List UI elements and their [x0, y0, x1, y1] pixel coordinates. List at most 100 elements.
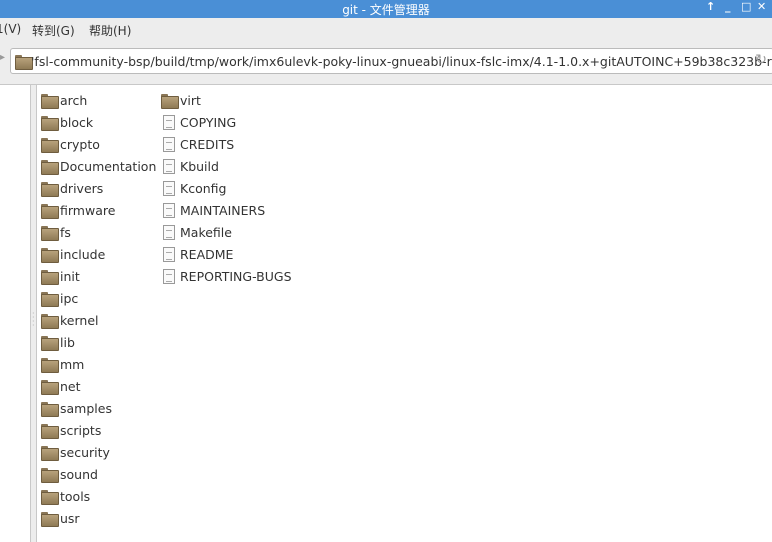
- address-path[interactable]: 'fsl-community-bsp/build/tmp/work/imx6ul…: [31, 54, 772, 69]
- file-item[interactable]: README: [161, 244, 233, 264]
- pane-resize-handle[interactable]: · · · ·: [32, 310, 35, 330]
- folder-item[interactable]: init: [41, 266, 80, 286]
- folder-item[interactable]: kernel: [41, 310, 99, 330]
- folder-icon: [41, 137, 59, 153]
- folder-icon: [41, 225, 59, 241]
- folder-icon: [41, 247, 59, 263]
- item-label: arch: [60, 92, 88, 108]
- item-label: include: [60, 246, 106, 262]
- item-label: security: [60, 444, 110, 460]
- folder-item[interactable]: drivers: [41, 178, 103, 198]
- folder-item[interactable]: fs: [41, 222, 71, 242]
- folder-icon: [41, 423, 59, 439]
- folder-icon: [41, 313, 59, 329]
- folder-icon: [41, 335, 59, 351]
- folder-item[interactable]: Documentation: [41, 156, 156, 176]
- menu-view[interactable]: 1(V): [0, 22, 21, 36]
- maximize-button[interactable]: □: [741, 0, 751, 13]
- file-item[interactable]: REPORTING-BUGS: [161, 266, 292, 286]
- item-label: CREDITS: [180, 136, 235, 152]
- folder-icon: [41, 357, 59, 373]
- folder-icon: [161, 93, 179, 109]
- folder-icon: [41, 489, 59, 505]
- item-label: kernel: [60, 312, 99, 328]
- menu-bar: 1(V) 转到(G) 帮助(H): [0, 18, 772, 42]
- keep-above-button[interactable]: ↑: [706, 0, 715, 13]
- minimize-button[interactable]: _: [725, 0, 731, 13]
- folder-item[interactable]: scripts: [41, 420, 101, 440]
- item-label: samples: [60, 400, 112, 416]
- item-label: sound: [60, 466, 98, 482]
- folder-item[interactable]: firmware: [41, 200, 115, 220]
- item-label: ipc: [60, 290, 79, 306]
- folder-item[interactable]: block: [41, 112, 93, 132]
- folder-item[interactable]: include: [41, 244, 105, 264]
- folder-icon: [41, 401, 59, 417]
- folder-icon: [41, 93, 59, 109]
- folder-icon: [41, 379, 59, 395]
- folder-item[interactable]: lib: [41, 332, 75, 352]
- item-label: README: [180, 246, 234, 262]
- title-bar: git - 文件管理器 ↑ _ □ ✕: [0, 0, 772, 18]
- folder-icon: [41, 203, 59, 219]
- file-item[interactable]: Kbuild: [161, 156, 219, 176]
- folder-item[interactable]: net: [41, 376, 81, 396]
- address-bar[interactable]: 'fsl-community-bsp/build/tmp/work/imx6ul…: [10, 48, 772, 74]
- item-label: Documentation: [60, 158, 157, 174]
- folder-item[interactable]: virt: [161, 90, 201, 110]
- document-icon: [163, 114, 175, 130]
- item-label: mm: [60, 356, 85, 372]
- item-label: firmware: [60, 202, 116, 218]
- document-icon: [163, 268, 175, 284]
- folder-item[interactable]: ipc: [41, 288, 78, 308]
- document-icon: [163, 136, 175, 152]
- file-item[interactable]: Kconfig: [161, 178, 226, 198]
- close-button[interactable]: ✕: [757, 0, 766, 13]
- folder-item[interactable]: security: [41, 442, 110, 462]
- folder-item[interactable]: tools: [41, 486, 90, 506]
- folder-icon: [15, 55, 33, 70]
- item-label: COPYING: [180, 114, 237, 130]
- document-icon: [163, 158, 175, 174]
- window-title: git - 文件管理器: [342, 3, 430, 17]
- side-pane: [0, 85, 31, 542]
- item-label: init: [60, 268, 80, 284]
- file-item[interactable]: CREDITS: [161, 134, 234, 154]
- folder-icon: [41, 181, 59, 197]
- folder-icon: [41, 291, 59, 307]
- folder-item[interactable]: usr: [41, 508, 80, 528]
- item-label: usr: [60, 510, 80, 526]
- file-item[interactable]: MAINTAINERS: [161, 200, 265, 220]
- folder-item[interactable]: sound: [41, 464, 98, 484]
- nav-arrow-icon[interactable]: ▸: [0, 52, 5, 63]
- item-label: REPORTING-BUGS: [180, 268, 292, 284]
- file-item[interactable]: COPYING: [161, 112, 236, 132]
- item-label: Makefile: [180, 224, 232, 240]
- item-label: tools: [60, 488, 91, 504]
- document-icon: [163, 246, 175, 262]
- item-label: scripts: [60, 422, 102, 438]
- item-label: net: [60, 378, 81, 394]
- folder-item[interactable]: arch: [41, 90, 87, 110]
- menu-go[interactable]: 转到(G): [32, 22, 75, 39]
- document-icon: [163, 180, 175, 196]
- folder-icon: [41, 445, 59, 461]
- item-label: block: [60, 114, 94, 130]
- folder-icon: [41, 159, 59, 175]
- folder-item[interactable]: crypto: [41, 134, 100, 154]
- document-icon: [163, 202, 175, 218]
- item-label: lib: [60, 334, 75, 350]
- folder-item[interactable]: mm: [41, 354, 84, 374]
- folder-item[interactable]: samples: [41, 398, 112, 418]
- item-label: Kbuild: [180, 158, 219, 174]
- item-label: fs: [60, 224, 71, 240]
- file-item[interactable]: Makefile: [161, 222, 232, 242]
- menu-help[interactable]: 帮助(H): [89, 22, 131, 39]
- item-label: drivers: [60, 180, 104, 196]
- file-view: arch block crypto Documentation drivers firmw…: [36, 85, 772, 542]
- item-label: Kconfig: [180, 180, 227, 196]
- item-label: MAINTAINERS: [180, 202, 266, 218]
- reload-icon[interactable]: ↻: [755, 52, 767, 68]
- item-label: crypto: [60, 136, 100, 152]
- folder-icon: [41, 511, 59, 527]
